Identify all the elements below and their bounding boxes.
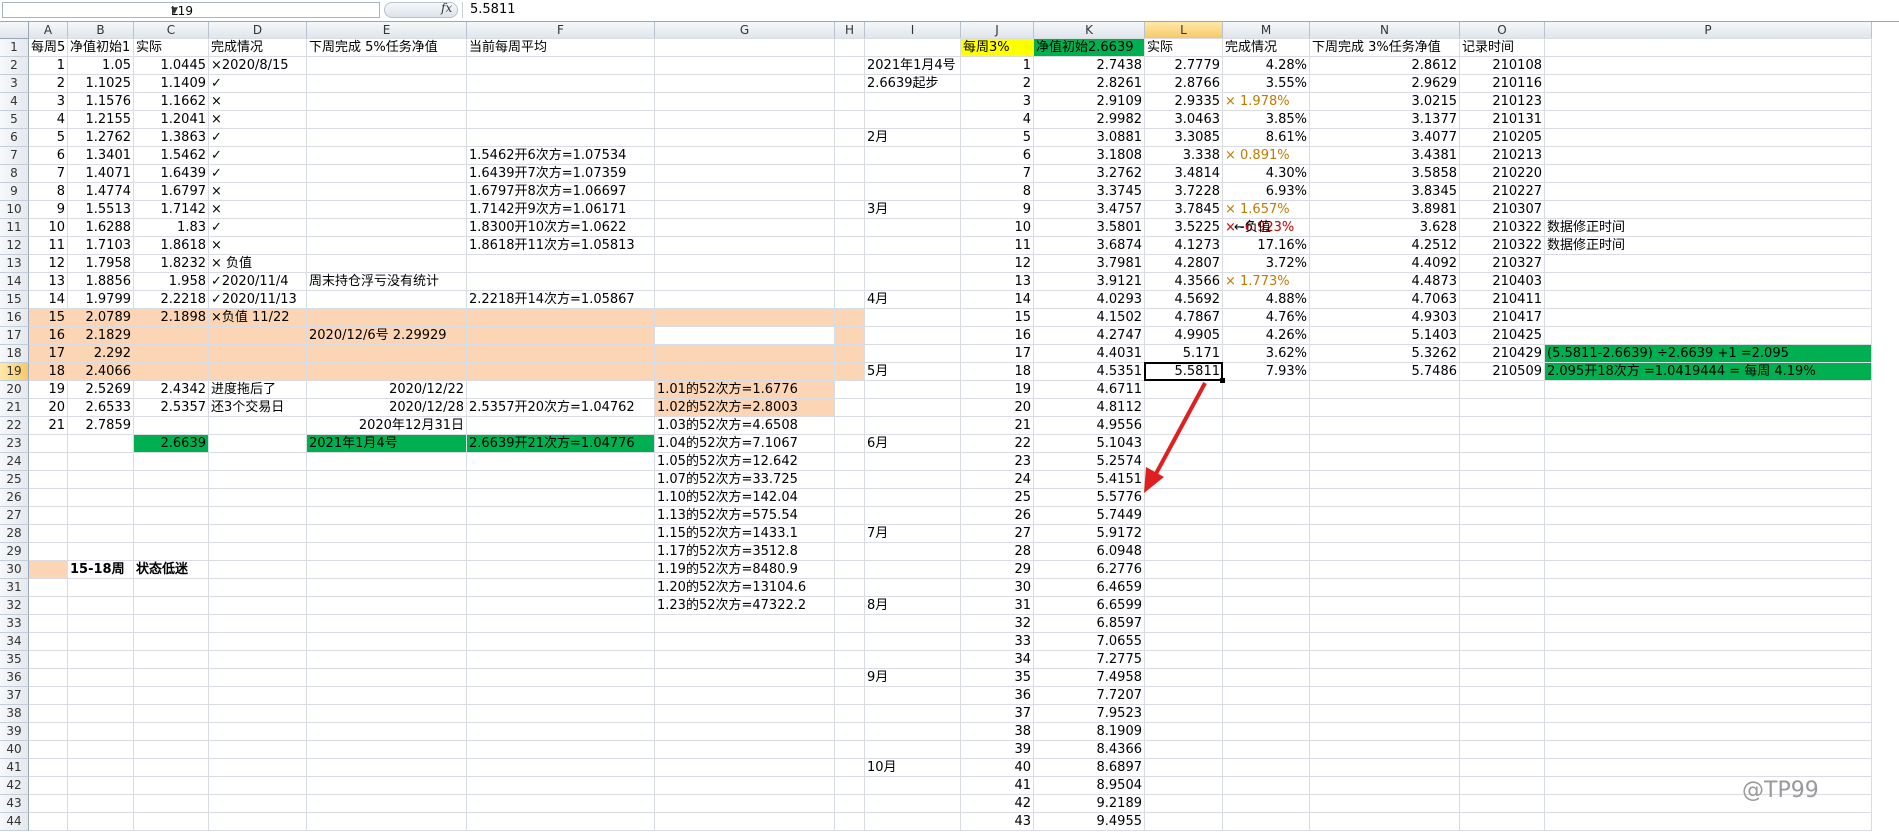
row-header-21[interactable]: 21 xyxy=(0,399,29,417)
column-header-d[interactable]: D xyxy=(209,22,307,39)
column-header-h[interactable]: H xyxy=(835,22,865,39)
row-header-41[interactable]: 41 xyxy=(0,759,29,777)
row-header-22[interactable]: 22 xyxy=(0,417,29,435)
row-header-35[interactable]: 35 xyxy=(0,651,29,669)
row-header-5[interactable]: 5 xyxy=(0,111,29,129)
formula-input[interactable]: 5.5811 xyxy=(470,2,516,18)
row-header-37[interactable]: 37 xyxy=(0,687,29,705)
row-header-38[interactable]: 38 xyxy=(0,705,29,723)
row-header-39[interactable]: 39 xyxy=(0,723,29,741)
column-header-e[interactable]: E xyxy=(307,22,467,39)
column-header-c[interactable]: C xyxy=(134,22,209,39)
row-header-9[interactable]: 9 xyxy=(0,183,29,201)
annotation-arrow xyxy=(1144,382,1207,493)
row-header-13[interactable]: 13 xyxy=(0,255,29,273)
select-all-corner[interactable] xyxy=(0,22,29,39)
name-box[interactable]: L19 ▼ xyxy=(2,2,380,18)
row-header-15[interactable]: 15 xyxy=(0,291,29,309)
row-header-20[interactable]: 20 xyxy=(0,381,29,399)
row-header-25[interactable]: 25 xyxy=(0,471,29,489)
column-header-l[interactable]: L xyxy=(1145,22,1223,39)
row-header-18[interactable]: 18 xyxy=(0,345,29,363)
column-header-m[interactable]: M xyxy=(1223,22,1310,39)
column-header-k[interactable]: K xyxy=(1034,22,1145,39)
divider xyxy=(462,2,463,18)
chevron-down-icon[interactable]: ▼ xyxy=(171,3,375,19)
watermark: @TP99 xyxy=(1742,778,1819,803)
column-header-n[interactable]: N xyxy=(1310,22,1460,39)
row-header-11[interactable]: 11 xyxy=(0,219,29,237)
fx-icon[interactable]: fx xyxy=(441,1,452,15)
arrow-shaft xyxy=(1150,382,1207,482)
column-header-g[interactable]: G xyxy=(655,22,835,39)
row-header-7[interactable]: 7 xyxy=(0,147,29,165)
row-header-34[interactable]: 34 xyxy=(0,633,29,651)
row-header-2[interactable]: 2 xyxy=(0,57,29,75)
row-header-19[interactable]: 19 xyxy=(0,363,29,381)
row-header-30[interactable]: 30 xyxy=(0,561,29,579)
row-header-28[interactable]: 28 xyxy=(0,525,29,543)
column-header-o[interactable]: O xyxy=(1460,22,1545,39)
arrow-head xyxy=(1144,467,1164,493)
row-header-32[interactable]: 32 xyxy=(0,597,29,615)
row-header-43[interactable]: 43 xyxy=(0,795,29,813)
row-header-6[interactable]: 6 xyxy=(0,129,29,147)
row-header-33[interactable]: 33 xyxy=(0,615,29,633)
row-header-36[interactable]: 36 xyxy=(0,669,29,687)
row-header-12[interactable]: 12 xyxy=(0,237,29,255)
row-header-17[interactable]: 17 xyxy=(0,327,29,345)
row-header-42[interactable]: 42 xyxy=(0,777,29,795)
row-header-8[interactable]: 8 xyxy=(0,165,29,183)
column-header-p[interactable]: P xyxy=(1545,22,1872,39)
row-header-40[interactable]: 40 xyxy=(0,741,29,759)
column-header-a[interactable]: A xyxy=(29,22,68,39)
row-header-27[interactable]: 27 xyxy=(0,507,29,525)
row-header-1[interactable]: 1 xyxy=(0,39,29,57)
row-header-10[interactable]: 10 xyxy=(0,201,29,219)
row-header-44[interactable]: 44 xyxy=(0,813,29,831)
row-header-29[interactable]: 29 xyxy=(0,543,29,561)
row-header-26[interactable]: 26 xyxy=(0,489,29,507)
column-header-b[interactable]: B xyxy=(68,22,134,39)
row-header-14[interactable]: 14 xyxy=(0,273,29,291)
row-header-31[interactable]: 31 xyxy=(0,579,29,597)
column-header-f[interactable]: F xyxy=(467,22,655,39)
row-header-24[interactable]: 24 xyxy=(0,453,29,471)
column-header-i[interactable]: I xyxy=(865,22,961,39)
column-header-j[interactable]: J xyxy=(961,22,1034,39)
row-header-4[interactable]: 4 xyxy=(0,93,29,111)
formula-bar: L19 ▼ fx 5.5811 xyxy=(0,0,1899,22)
row-header-16[interactable]: 16 xyxy=(0,309,29,327)
row-header-23[interactable]: 23 xyxy=(0,435,29,453)
row-header-3[interactable]: 3 xyxy=(0,75,29,93)
